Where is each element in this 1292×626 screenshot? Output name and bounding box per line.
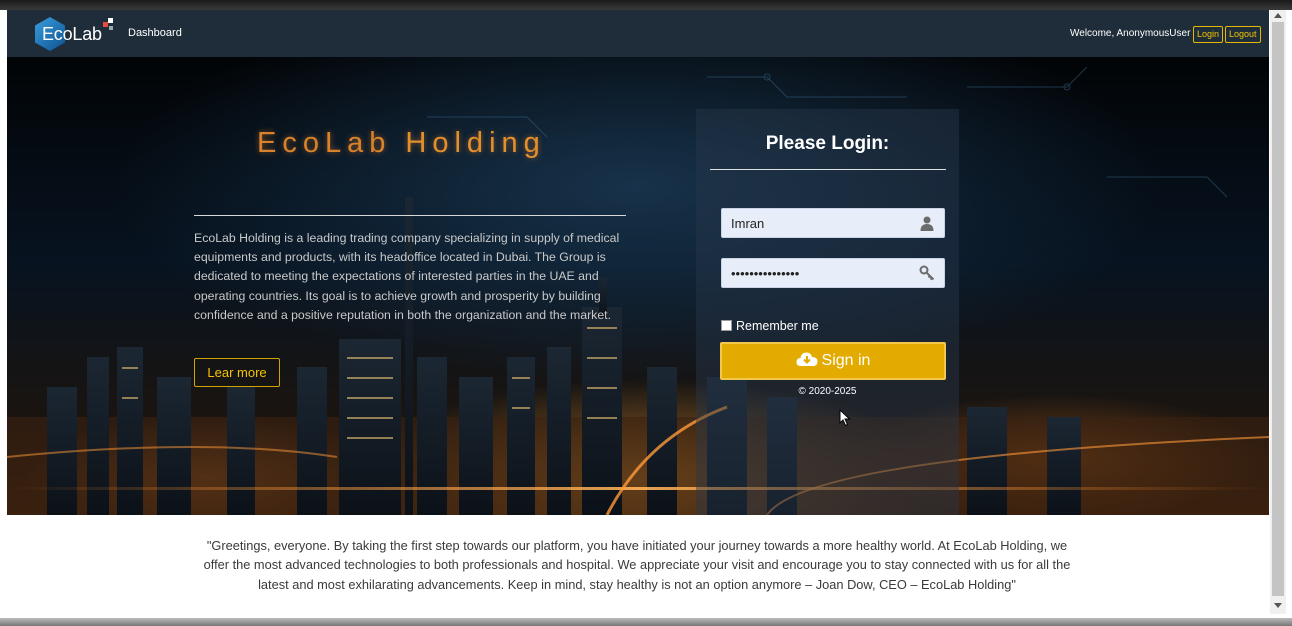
login-panel: Please Login: Remember me [696, 109, 959, 515]
welcome-text: Welcome, AnonymousUser [1070, 28, 1191, 39]
hero-title: EcoLab Holding [257, 127, 546, 160]
hero-description: EcoLab Holding is a leading trading comp… [194, 231, 620, 322]
username-field[interactable] [721, 208, 945, 238]
user-icon [920, 216, 934, 231]
brand-name: EcoLab [42, 24, 102, 44]
navbar-logout-button[interactable]: Logout [1225, 26, 1261, 43]
signin-button[interactable]: Sign in [720, 342, 946, 380]
cloud-download-icon [795, 352, 818, 366]
signin-label: Sign in [821, 352, 871, 369]
scroll-down-arrow-icon[interactable] [1274, 603, 1282, 608]
remember-me-label: Remember me [736, 319, 819, 333]
nav-dashboard-link[interactable]: Dashboard [128, 27, 182, 39]
ceo-quote: "Greetings, everyone. By taking the firs… [203, 538, 1071, 592]
navbar: EcoLab Dashboard Welcome, AnonymousUser … [7, 10, 1269, 57]
login-divider [710, 169, 946, 170]
hero-section: EcoLab Holding EcoLab Holding is a leadi… [7, 57, 1269, 515]
scroll-up-arrow-icon[interactable] [1274, 13, 1282, 18]
hero-title-holding: Holding [405, 127, 546, 159]
window-top-bar [0, 0, 1292, 10]
hero-title-ecolab: EcoLab [257, 127, 392, 159]
learn-more-button[interactable]: Lear more [194, 358, 280, 387]
password-input[interactable] [731, 259, 911, 287]
navbar-login-button[interactable]: Login [1193, 26, 1224, 43]
vertical-scrollbar[interactable] [1270, 10, 1286, 614]
key-icon [919, 265, 935, 281]
window-bottom-bar [0, 618, 1292, 626]
password-field[interactable] [721, 258, 945, 288]
brand-logo[interactable]: EcoLab [35, 15, 115, 55]
remember-me[interactable]: Remember me [721, 319, 819, 333]
remember-me-checkbox[interactable] [721, 320, 732, 332]
hero-divider [194, 215, 626, 216]
scrollbar-thumb[interactable] [1272, 22, 1284, 596]
copyright-text: © 2020-2025 [798, 386, 857, 397]
login-title: Please Login: [765, 133, 890, 154]
page: EcoLab Dashboard Welcome, AnonymousUser … [7, 10, 1269, 618]
username-input[interactable] [731, 209, 911, 237]
mouse-cursor-icon [839, 409, 851, 427]
